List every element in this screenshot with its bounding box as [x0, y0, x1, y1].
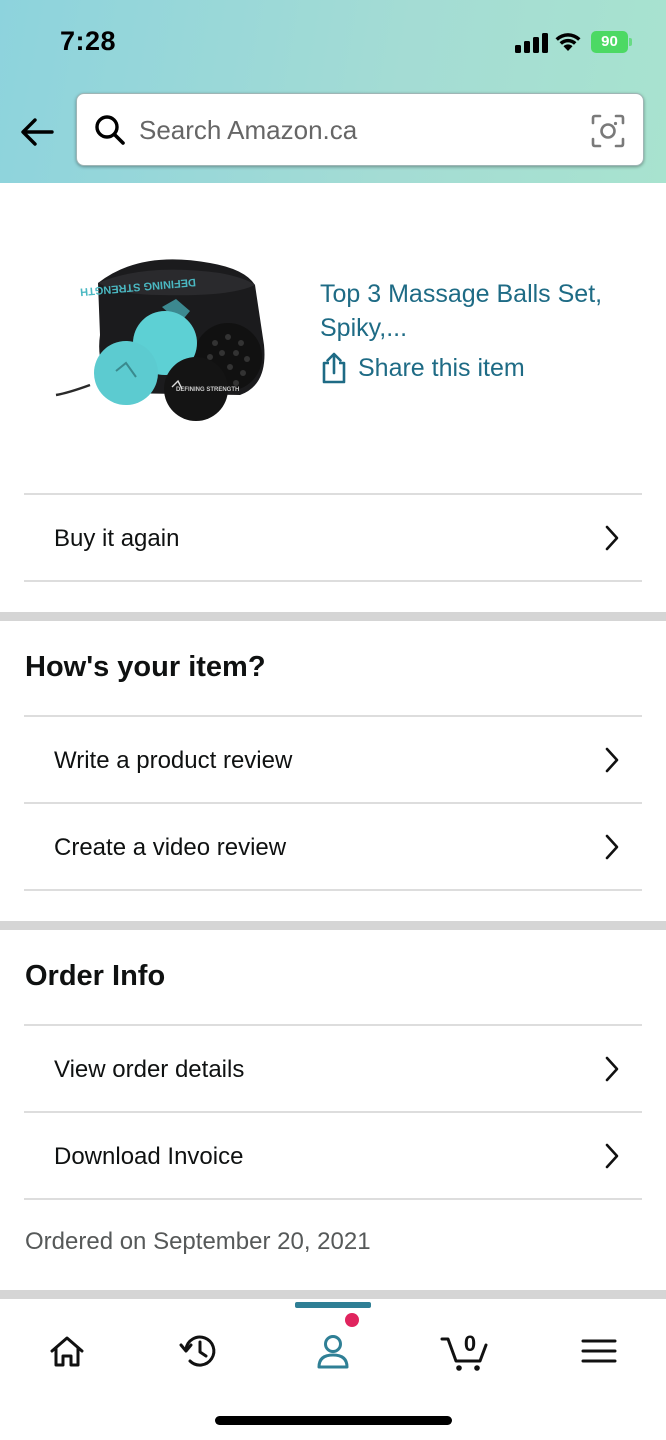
back-arrow-icon[interactable] — [18, 112, 58, 152]
cart-count: 0 — [464, 1331, 476, 1356]
divider-line — [24, 889, 642, 891]
product-title-link[interactable]: Top 3 Massage Balls Set, Spiky,... — [320, 277, 640, 345]
header: 7:28 90 — [0, 0, 666, 183]
chevron-right-icon — [605, 1056, 619, 1082]
view-order-details-row[interactable]: View order details — [24, 1024, 642, 1111]
home-icon[interactable] — [37, 1321, 97, 1381]
divider-line — [24, 1198, 642, 1200]
camera-lens-icon[interactable] — [590, 113, 626, 149]
chevron-right-icon — [605, 525, 619, 551]
download-invoice-label: Download Invoice — [54, 1143, 244, 1170]
video-review-label: Create a video review — [54, 834, 287, 861]
chevron-right-icon — [605, 1143, 619, 1169]
section-divider — [0, 921, 666, 930]
buy-again-row[interactable]: Buy it again — [24, 493, 642, 580]
download-invoice-row[interactable]: Download Invoice — [24, 1111, 642, 1198]
cellular-signal-icon — [515, 33, 549, 53]
menu-icon[interactable] — [569, 1321, 629, 1381]
ordered-on-date: Ordered on September 20, 2021 — [25, 1228, 371, 1255]
share-item-button[interactable]: Share this item — [320, 351, 525, 385]
divider-line — [24, 580, 642, 582]
buy-again-label: Buy it again — [54, 525, 180, 552]
write-review-row[interactable]: Write a product review — [24, 715, 642, 802]
history-icon[interactable] — [170, 1321, 230, 1381]
share-label: Share this item — [358, 353, 525, 382]
share-icon — [322, 352, 346, 384]
write-review-label: Write a product review — [54, 747, 293, 774]
product-image[interactable]: DEFINING STRENGTH DEFINING STRENGTH — [50, 245, 270, 435]
battery-level: 90 — [601, 33, 618, 50]
video-review-row[interactable]: Create a video review — [24, 802, 642, 889]
search-bar[interactable] — [76, 93, 644, 166]
search-icon — [95, 115, 125, 145]
view-order-details-label: View order details — [54, 1056, 245, 1083]
wifi-icon — [555, 33, 581, 51]
ball-brand-text: DEFINING STRENGTH — [176, 387, 239, 393]
battery-icon: 90 — [591, 31, 633, 53]
review-section-title: How's your item? — [25, 651, 266, 683]
cart-icon[interactable]: 0 — [436, 1321, 496, 1381]
chevron-right-icon — [605, 834, 619, 860]
order-section-title: Order Info — [25, 960, 166, 992]
product-summary: DEFINING STRENGTH DEFINING STRENGTH Top … — [0, 183, 666, 493]
chevron-right-icon — [605, 747, 619, 773]
home-indicator — [215, 1416, 452, 1425]
notification-dot — [345, 1313, 359, 1327]
section-divider — [0, 612, 666, 621]
account-icon[interactable] — [303, 1321, 363, 1381]
active-tab-indicator — [295, 1302, 371, 1308]
status-time: 7:28 — [60, 26, 117, 56]
search-input[interactable] — [139, 112, 569, 148]
